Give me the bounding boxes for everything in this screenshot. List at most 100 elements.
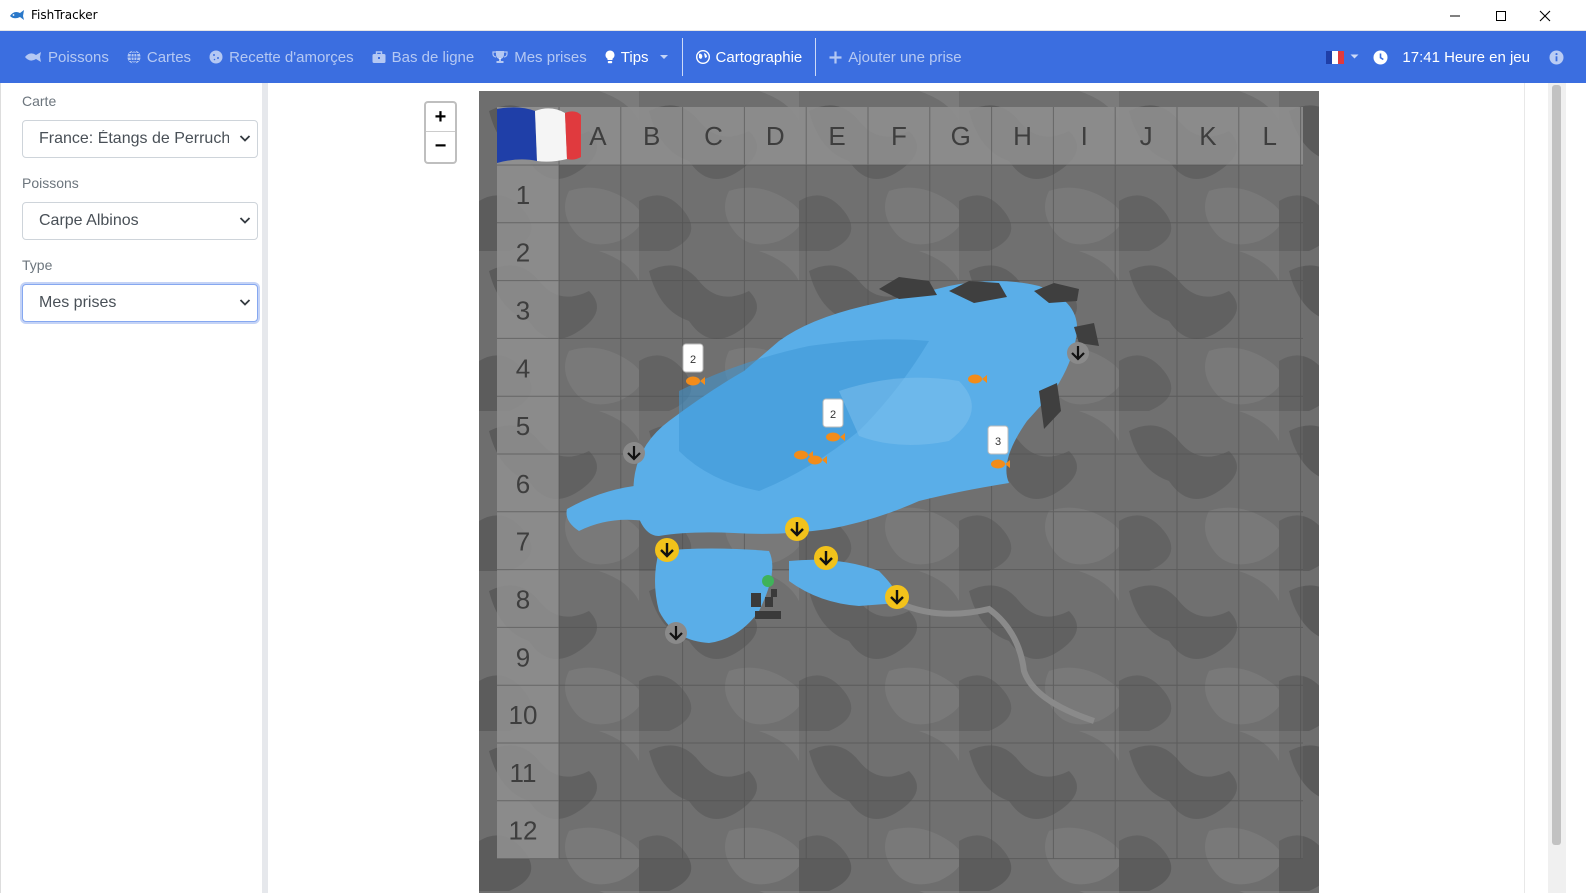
type-select-label: Type	[22, 257, 53, 273]
toolbox-icon	[372, 51, 386, 63]
game-time-label: 17:41 Heure en jeu	[1402, 48, 1530, 66]
maximize-button[interactable]	[1478, 0, 1524, 31]
column-label: G	[951, 121, 971, 151]
nav-label: Tips	[620, 48, 649, 66]
globe-icon	[127, 50, 141, 64]
minimize-button[interactable]	[1432, 0, 1478, 31]
row-label: 2	[516, 238, 530, 268]
nav-bas-de-ligne[interactable]: Bas de ligne	[363, 31, 484, 83]
nav-separator	[815, 38, 817, 76]
close-icon	[1539, 10, 1551, 21]
app-logo-icon	[10, 10, 24, 20]
nav-cartes[interactable]: Cartes	[118, 31, 200, 83]
plus-icon	[829, 51, 842, 63]
language-dropdown[interactable]	[1317, 31, 1369, 83]
nav-label: Recette d'amorçes	[229, 48, 354, 66]
column-label: B	[643, 121, 660, 151]
nav-label: Mes prises	[514, 48, 587, 66]
info-button[interactable]	[1539, 31, 1586, 83]
catch-count-text: 2	[830, 409, 836, 421]
nav-label: Bas de ligne	[391, 48, 475, 66]
scrollbar-thumb[interactable]	[1552, 85, 1561, 845]
gray-spot-marker[interactable]	[623, 442, 645, 464]
column-label: D	[766, 121, 785, 151]
catch-count-tooltip[interactable]: 2	[682, 343, 704, 373]
row-label: 10	[509, 700, 538, 730]
column-label: K	[1199, 121, 1217, 151]
nav-mes-prises[interactable]: Mes prises	[483, 31, 596, 83]
nav-right-group: 17:41 Heure en jeu	[1317, 31, 1586, 83]
row-label: 7	[516, 527, 530, 557]
lightbulb-icon	[605, 50, 615, 64]
game-clock: 17:41 Heure en jeu	[1369, 31, 1539, 83]
map-select[interactable]: France: Étangs de Perruche	[22, 120, 258, 158]
zoom-in-button[interactable]: +	[426, 103, 455, 132]
catch-count-text: 2	[690, 354, 696, 366]
spot-marker[interactable]	[814, 546, 838, 570]
column-label: F	[891, 121, 907, 151]
chevron-down-icon	[239, 217, 251, 224]
row-label: 5	[516, 411, 530, 441]
row-label: 3	[516, 296, 530, 326]
minimize-icon	[1450, 15, 1460, 16]
catch-count-tooltip[interactable]: 3	[987, 425, 1009, 455]
caret-down-icon	[1350, 54, 1359, 59]
spot-marker[interactable]	[655, 538, 679, 562]
fish-select[interactable]: Carpe Albinos	[22, 202, 258, 240]
nav-tips-dropdown[interactable]: Tips	[596, 31, 678, 83]
window-left-edge	[0, 83, 14, 893]
type-select[interactable]: Mes prises	[22, 284, 258, 322]
nav-label: Ajouter une prise	[848, 48, 962, 66]
gray-spot-marker[interactable]	[1067, 342, 1089, 364]
window-title: FishTracker	[31, 8, 98, 22]
nav-recette-amorces[interactable]: Recette d'amorçes	[200, 31, 363, 83]
lake-map[interactable]: ABCDEFGHIJKL 1 2 3 4 5 6 7 8 9 10 11 12 2 2 3	[479, 91, 1319, 893]
caret-down-icon	[659, 55, 668, 59]
row-label: 8	[516, 585, 530, 615]
fish-icon	[25, 52, 41, 62]
nav-label: Cartes	[146, 48, 192, 66]
row-label: 9	[516, 642, 530, 672]
spot-marker[interactable]	[785, 517, 809, 541]
column-label: I	[1081, 121, 1088, 151]
column-label: A	[589, 121, 607, 151]
row-label: 11	[510, 758, 537, 788]
row-label: 6	[516, 469, 530, 499]
fish-select-value: Carpe Albinos	[39, 212, 139, 229]
nav-label: Poissons	[48, 48, 109, 66]
chevron-down-icon	[239, 299, 251, 306]
nav-cartographie[interactable]: Cartographie	[687, 31, 812, 83]
chevron-down-icon	[239, 135, 251, 142]
map-select-value: France: Étangs de Perruche	[39, 130, 229, 147]
catch-count-text: 3	[995, 436, 1001, 448]
nav-separator	[681, 38, 683, 76]
nav-label: Cartographie	[715, 48, 803, 66]
title-bar: FishTracker	[0, 0, 1586, 31]
column-label: E	[828, 121, 845, 151]
map-canvas[interactable]: ABCDEFGHIJKL 123456789101112 2 2 3	[479, 91, 1319, 893]
trophy-icon	[492, 51, 508, 63]
clock-icon	[1373, 50, 1388, 64]
catch-count-tooltip[interactable]: 2	[822, 398, 844, 428]
map-select-label: Carte	[22, 93, 57, 109]
zoom-control: + −	[424, 101, 457, 164]
column-label: H	[1013, 121, 1032, 151]
maximize-icon	[1496, 10, 1506, 21]
main-navbar: Poissons Cartes Recette d'amorçes Bas de…	[0, 31, 1586, 83]
close-button[interactable]	[1522, 0, 1568, 31]
column-label: L	[1262, 121, 1276, 151]
nav-ajouter-prise[interactable]: Ajouter une prise	[820, 31, 970, 83]
row-label: 1	[516, 180, 530, 210]
column-label: C	[704, 121, 723, 151]
player-location-icon[interactable]	[762, 575, 774, 587]
cookie-icon	[209, 50, 223, 64]
france-flag-icon	[497, 107, 581, 163]
nav-poissons[interactable]: Poissons	[15, 31, 118, 83]
right-gutter	[1524, 83, 1548, 893]
flag-france-icon	[1326, 50, 1345, 64]
row-label: 12	[509, 816, 538, 846]
column-label: J	[1140, 121, 1153, 151]
gray-spot-marker[interactable]	[665, 622, 687, 644]
zoom-out-button[interactable]: −	[426, 132, 455, 161]
spot-marker[interactable]	[885, 585, 909, 609]
